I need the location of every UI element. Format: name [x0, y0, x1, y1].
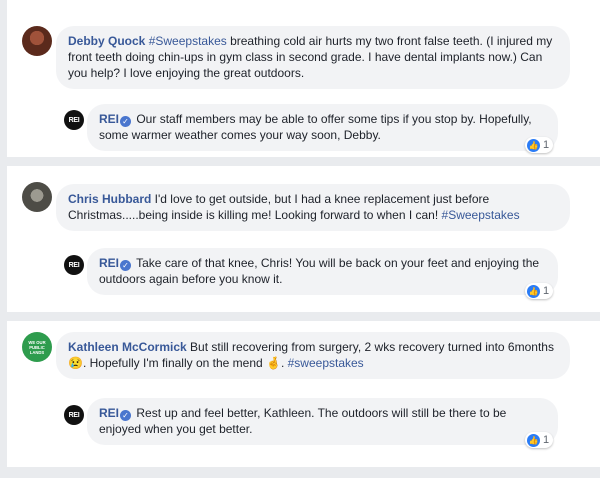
like-reaction-count[interactable]: 👍 1 [525, 283, 554, 299]
comment-bubble: Chris Hubbard I'd love to get outside, b… [56, 184, 570, 231]
user-avatar[interactable]: WE OUR PUBLIC LANDS [22, 332, 52, 362]
comment-bubble: Debby Quock #Sweepstakes breathing cold … [56, 26, 570, 89]
verified-icon: ✓ [120, 116, 132, 127]
reply-author[interactable]: REI [99, 256, 119, 270]
reply-bubble: REI ✓ Take care of that knee, Chris! You … [87, 248, 558, 295]
comment-text: . [280, 356, 288, 370]
like-icon: 👍 [527, 433, 540, 447]
comment-author[interactable]: Kathleen McCormick [68, 340, 187, 354]
like-count: 1 [543, 285, 550, 297]
user-avatar[interactable] [22, 26, 52, 56]
like-reaction-count[interactable]: 👍 1 [525, 432, 554, 448]
comment-author[interactable]: Chris Hubbard [68, 192, 151, 206]
reply-text: Take care of that knee, Chris! You will … [99, 256, 540, 286]
reply-text: Rest up and feel better, Kathleen. The o… [99, 406, 507, 436]
comment-thread: WE OUR PUBLIC LANDS Kathleen McCormick B… [7, 321, 600, 467]
reply-author[interactable]: REI [99, 112, 119, 126]
crossed-fingers-emoji-icon: 🤞 [266, 356, 281, 370]
verified-icon: ✓ [120, 410, 132, 421]
like-icon: 👍 [527, 138, 540, 152]
avatar-badge-text: WE OUR PUBLIC LANDS [28, 339, 46, 355]
like-reaction-count[interactable]: 👍 1 [525, 137, 554, 153]
comment-text: . Hopefully I'm finally on the mend [82, 356, 266, 370]
comment-text: But still recovering from surgery, 2 wks… [186, 340, 554, 354]
rei-avatar[interactable]: REI [64, 255, 84, 275]
verified-icon: ✓ [120, 260, 132, 271]
like-count: 1 [543, 434, 550, 446]
hashtag-link[interactable]: #Sweepstakes [442, 208, 520, 222]
hashtag-link[interactable]: #sweepstakes [288, 356, 364, 370]
hashtag-link[interactable]: #Sweepstakes [149, 34, 227, 48]
like-count: 1 [543, 139, 550, 151]
rei-avatar[interactable]: REI [64, 110, 84, 130]
comment-author[interactable]: Debby Quock [68, 34, 145, 48]
comment-bubble: Kathleen McCormick But still recovering … [56, 332, 570, 379]
comment-thread: Chris Hubbard I'd love to get outside, b… [7, 166, 600, 312]
rei-logo-text: REI [68, 116, 80, 124]
reply-bubble: REI ✓ Rest up and feel better, Kathleen. … [87, 398, 558, 445]
user-avatar[interactable] [22, 182, 52, 212]
reply-text: Our staff members may be able to offer s… [99, 112, 532, 142]
rei-logo-text: REI [68, 411, 80, 419]
rei-avatar[interactable]: REI [64, 405, 84, 425]
crying-emoji-icon: 😢 [68, 356, 83, 370]
comment-thread: Debby Quock #Sweepstakes breathing cold … [7, 0, 600, 157]
like-icon: 👍 [527, 284, 540, 298]
rei-logo-text: REI [68, 261, 80, 269]
reply-author[interactable]: REI [99, 406, 119, 420]
reply-bubble: REI ✓ Our staff members may be able to of… [87, 104, 558, 151]
